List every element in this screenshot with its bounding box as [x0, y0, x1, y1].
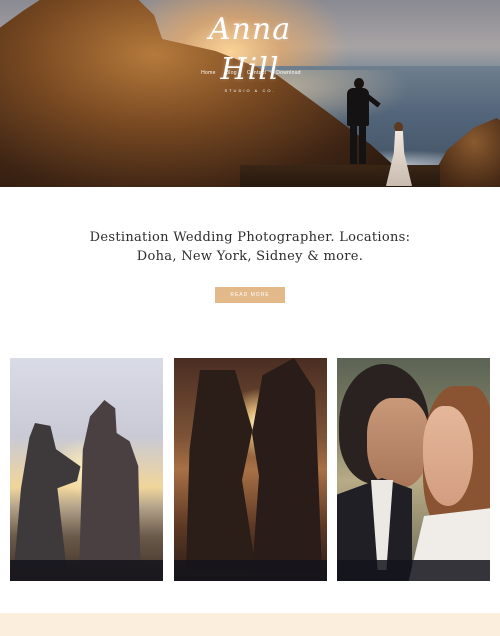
site-logo[interactable]: Anna Hill STUDIO & CO.	[175, 10, 325, 93]
hero-groom-figure	[339, 78, 381, 164]
nav-blog[interactable]: Blog	[226, 70, 237, 76]
photo-caption-bar	[337, 560, 490, 581]
gallery-photo-2[interactable]	[174, 358, 327, 581]
read-more-button[interactable]: READ MORE	[215, 287, 285, 303]
nav-contact[interactable]: Contact	[247, 70, 266, 76]
bride-head	[394, 122, 403, 132]
intro-line-1: Destination Wedding Photographer. Locati…	[89, 230, 411, 245]
hero-banner: Anna Hill STUDIO & CO. Home Blog Contact…	[0, 0, 500, 187]
photo-woman-face	[423, 406, 473, 506]
photo-man-face	[367, 398, 429, 488]
photo-caption-bar	[10, 560, 163, 581]
intro-line-2: Doha, New York, Sidney & more.	[136, 249, 364, 264]
logo-tagline: STUDIO & CO.	[224, 88, 276, 93]
nav-home[interactable]: Home	[201, 70, 216, 76]
photo-man-figure	[79, 400, 141, 565]
hero-bride-figure	[384, 122, 414, 186]
bride-dress	[386, 131, 412, 186]
logo-name: Anna Hill	[208, 12, 292, 87]
photo-caption-bar	[174, 560, 327, 581]
main-nav: Home Blog Contact Download	[196, 70, 306, 76]
gallery-photo-1[interactable]	[10, 358, 163, 581]
groom-leg	[359, 124, 366, 164]
groom-leg	[350, 124, 357, 164]
photo-silhouette-right	[252, 358, 322, 573]
footer-strip	[0, 613, 500, 636]
gallery-photo-3[interactable]	[337, 358, 490, 581]
intro-text: Destination Wedding Photographer. Locati…	[0, 228, 500, 266]
nav-download[interactable]: Download	[276, 70, 301, 76]
